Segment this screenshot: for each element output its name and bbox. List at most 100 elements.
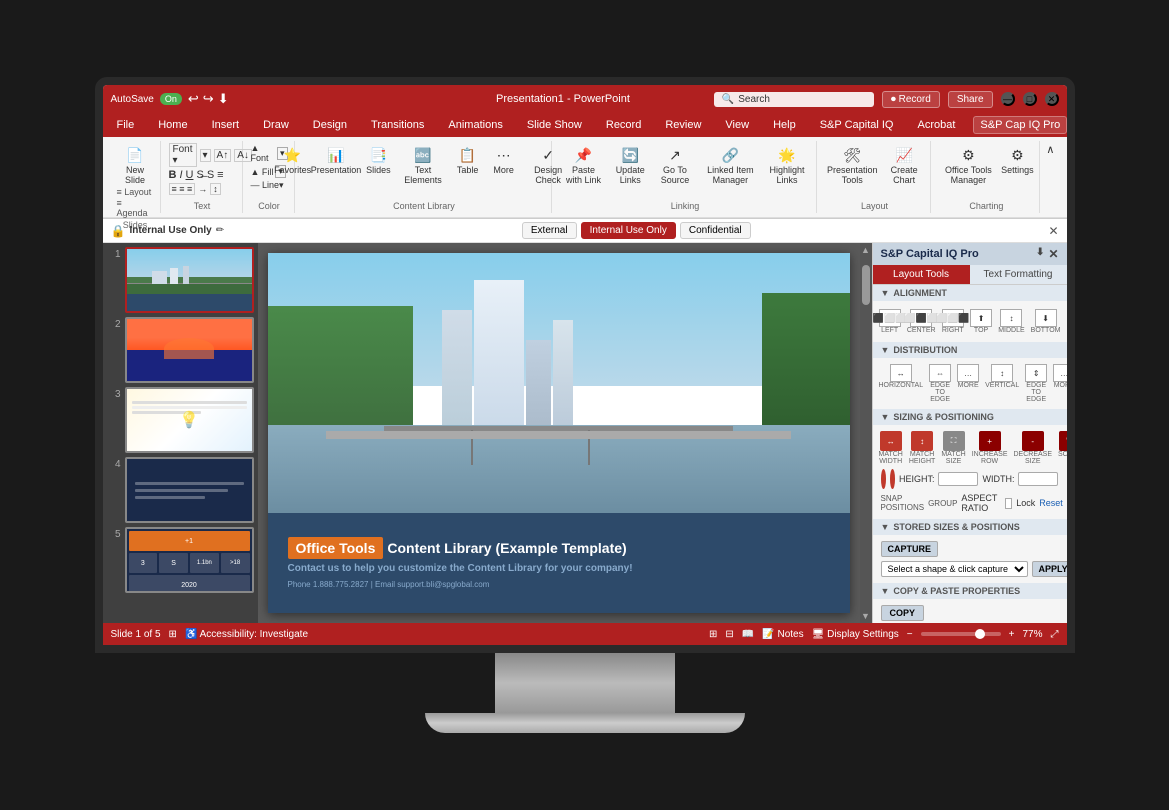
menu-review[interactable]: Review (659, 117, 707, 133)
strikethrough-button[interactable]: S̶ (196, 169, 203, 181)
slides-library-button[interactable]: 📑 Slides (362, 143, 394, 177)
apply-button[interactable]: APPLY (1032, 561, 1067, 577)
zoom-slider[interactable] (921, 632, 1001, 636)
sp-expand-button[interactable]: ⬇ (1036, 247, 1044, 261)
underline-button[interactable]: U (186, 169, 194, 181)
autosave-toggle[interactable]: On (160, 93, 182, 105)
menu-slideshow[interactable]: Slide Show (521, 117, 588, 133)
stored-select[interactable]: Select a shape & click capture (881, 561, 1028, 577)
match-size-button[interactable]: ⛶ MATCH SIZE (939, 429, 967, 467)
indent-button[interactable]: → (198, 184, 207, 194)
record-button[interactable]: ⏺ Record (882, 91, 940, 108)
scroll-down-arrow[interactable]: ▼ (861, 611, 870, 621)
shadow-button[interactable]: S (207, 169, 214, 181)
menu-home[interactable]: Home (152, 117, 193, 133)
minimize-button[interactable]: — (1001, 92, 1015, 106)
highlight-links-button[interactable]: 🌟 Highlight Links (765, 143, 810, 187)
dist-edge-v-button[interactable]: ⇕ EDGE TO EDGE (1023, 362, 1049, 405)
group-button[interactable] (890, 469, 895, 489)
dist-edge-h-button[interactable]: ⇔ EDGE TO EDGE (927, 362, 953, 405)
slide-thumb-4[interactable]: 4 (107, 457, 254, 523)
new-slide-button[interactable]: 📄 New Slide (117, 143, 154, 187)
search-bar[interactable]: 🔍 Search (714, 92, 874, 107)
slide-thumb-1[interactable]: 1 (107, 247, 254, 313)
view-reading-icon[interactable]: 📖 (742, 629, 754, 640)
more-library-button[interactable]: ⋯ More (488, 143, 520, 177)
font-grow-button[interactable]: A↑ (214, 149, 232, 162)
align-center-button[interactable]: ⬜⬛⬜ CENTER (905, 307, 938, 336)
bold-button[interactable]: B (169, 169, 177, 181)
view-normal-icon[interactable]: ⊞ (709, 629, 717, 640)
lock-checkbox[interactable] (1005, 498, 1012, 509)
close-info-bar-button[interactable]: ✕ (1048, 224, 1058, 238)
reset-link[interactable]: Reset (1039, 498, 1063, 508)
menu-sp-capital[interactable]: S&P Capital IQ (814, 117, 900, 133)
confidential-button[interactable]: Confidential (680, 222, 751, 239)
restore-button[interactable]: □ (1023, 92, 1037, 106)
display-settings-button[interactable]: 🖥 Display Settings (812, 629, 899, 640)
scale-button[interactable]: ⤡ SCALE (1056, 429, 1066, 467)
scroll-up-arrow[interactable]: ▲ (861, 245, 870, 255)
slide-thumb-5[interactable]: 5 +1 3 S 1.1bn >18 2020 (107, 527, 254, 593)
increase-row-button[interactable]: + INCREASE ROW (970, 429, 1010, 467)
external-button[interactable]: External (522, 222, 577, 239)
match-height-button[interactable]: ↕ MATCH HEIGHT (907, 429, 937, 467)
zoom-out-button[interactable]: − (907, 629, 913, 640)
presentation-button[interactable]: 📊 Presentation (314, 143, 359, 177)
font-family-dropdown[interactable]: Font ▾ (169, 143, 197, 167)
fit-to-window-icon[interactable]: ⤢ (1051, 629, 1059, 640)
paste-link-button[interactable]: 📌 Paste with Link (560, 143, 606, 187)
vertical-scrollbar[interactable]: ▲ ▼ (860, 243, 872, 623)
internal-use-only-button[interactable]: Internal Use Only (581, 222, 676, 239)
chevron-copy-paste-icon[interactable]: ▼ (881, 586, 890, 596)
snap-position-button[interactable] (881, 469, 886, 489)
line-spacing-button[interactable]: ↕ (210, 183, 221, 195)
text-align-button[interactable]: ≡ (217, 169, 223, 181)
slide-canvas[interactable]: Office Tools Content Library (Example Te… (268, 253, 850, 613)
slide-thumb-2[interactable]: 2 (107, 317, 254, 383)
layout-item[interactable]: ≡ Layout (117, 187, 154, 197)
copy-properties-button[interactable]: COPY (881, 605, 925, 621)
menu-view[interactable]: View (719, 117, 755, 133)
menu-acrobat[interactable]: Acrobat (911, 117, 961, 133)
align-left-button[interactable]: ⬛⬜⬜ LEFT (877, 307, 903, 336)
zoom-level[interactable]: 77% (1022, 629, 1042, 640)
office-tools-manager-button[interactable]: ⚙ Office Tools Manager (939, 143, 997, 187)
presentation-tools-button[interactable]: 🛠 Presentation Tools (825, 143, 880, 187)
sp-close-button[interactable]: ✕ (1048, 247, 1058, 261)
text-elements-button[interactable]: 🔤 Text Elements (398, 143, 447, 187)
chevron-distribution-icon[interactable]: ▼ (881, 345, 890, 355)
menu-insert[interactable]: Insert (206, 117, 246, 133)
accessibility-info[interactable]: ♿ Accessibility: Investigate (185, 629, 308, 640)
font-size-dropdown[interactable]: ▾ (200, 149, 211, 162)
update-links-button[interactable]: 🔄 Update Links (610, 143, 651, 187)
dist-more-h-button[interactable]: … MORE (955, 362, 981, 405)
view-slide-sorter-icon[interactable]: ⊟ (725, 629, 733, 640)
align-right-button[interactable]: ⬜⬜⬛ RIGHT (940, 307, 966, 336)
menu-animations[interactable]: Animations (442, 117, 508, 133)
decrease-size-button[interactable]: - DECREASE SIZE (1012, 429, 1055, 467)
dist-vertical-button[interactable]: ↕ VERTICAL (983, 362, 1021, 405)
share-button[interactable]: Share (948, 91, 993, 108)
menu-record[interactable]: Record (600, 117, 647, 133)
create-chart-button[interactable]: 📈 Create Chart (884, 143, 924, 187)
chevron-sizing-icon[interactable]: ▼ (881, 412, 890, 422)
linked-item-button[interactable]: 🔗 Linked Item Manager (699, 143, 761, 187)
agenda-item[interactable]: ≡ Agenda (117, 198, 154, 218)
layout-tools-tab[interactable]: Layout Tools (873, 265, 970, 284)
ribbon-collapse-button[interactable]: ∧ (1042, 141, 1058, 158)
capture-button[interactable]: CAPTURE (881, 541, 939, 557)
chevron-stored-icon[interactable]: ▼ (881, 522, 890, 532)
menu-design[interactable]: Design (307, 117, 353, 133)
italic-button[interactable]: I (179, 169, 182, 181)
notes-button[interactable]: 📝 Notes (762, 629, 803, 640)
width-input[interactable] (1018, 472, 1058, 486)
align-middle-button[interactable]: ↕ MIDDLE (996, 307, 1026, 336)
menu-sp-cap-iq-pro[interactable]: S&P Cap IQ Pro (973, 116, 1067, 134)
menu-draw[interactable]: Draw (257, 117, 295, 133)
more-button[interactable]: ⬇ (218, 91, 229, 107)
redo-button[interactable]: ↪ (203, 91, 214, 107)
menu-transitions[interactable]: Transitions (365, 117, 430, 133)
scroll-thumb[interactable] (862, 265, 870, 305)
favorites-button[interactable]: ⭐ Favorites (275, 143, 309, 177)
